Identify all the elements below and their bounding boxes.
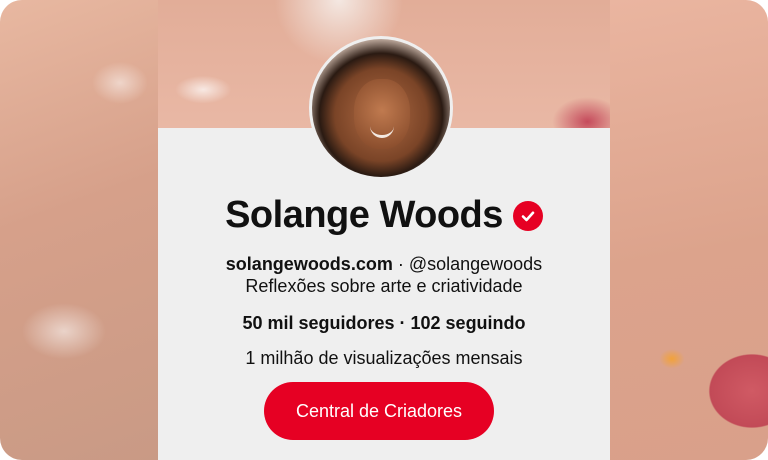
profile-name: Solange Woods [225, 194, 503, 236]
check-icon [521, 211, 535, 221]
handle[interactable]: @solangewoods [409, 254, 542, 274]
avatar-face [354, 79, 410, 149]
profile-card: Solange Woods solangewoods.com · @solang… [0, 0, 768, 460]
verified-check-icon [512, 200, 543, 231]
website-link[interactable]: solangewoods.com [226, 254, 393, 274]
background-photo-left [0, 0, 160, 460]
monthly-views: 1 milhão de visualizações mensais [245, 348, 523, 368]
background-photo-right [608, 0, 768, 460]
creator-hub-button[interactable]: Central de Criadores [264, 382, 494, 440]
avatar[interactable] [312, 39, 450, 177]
profile-stats[interactable]: 50 mil seguidores · 102 seguindo [158, 313, 610, 334]
avatar-border [309, 36, 453, 180]
profile-links: solangewoods.com · @solangewoods [158, 254, 610, 275]
profile-title-row: Solange Woods [158, 194, 610, 237]
separator: · [392, 254, 409, 274]
profile-bio: Reflexões sobre arte e criatividade [245, 276, 523, 296]
